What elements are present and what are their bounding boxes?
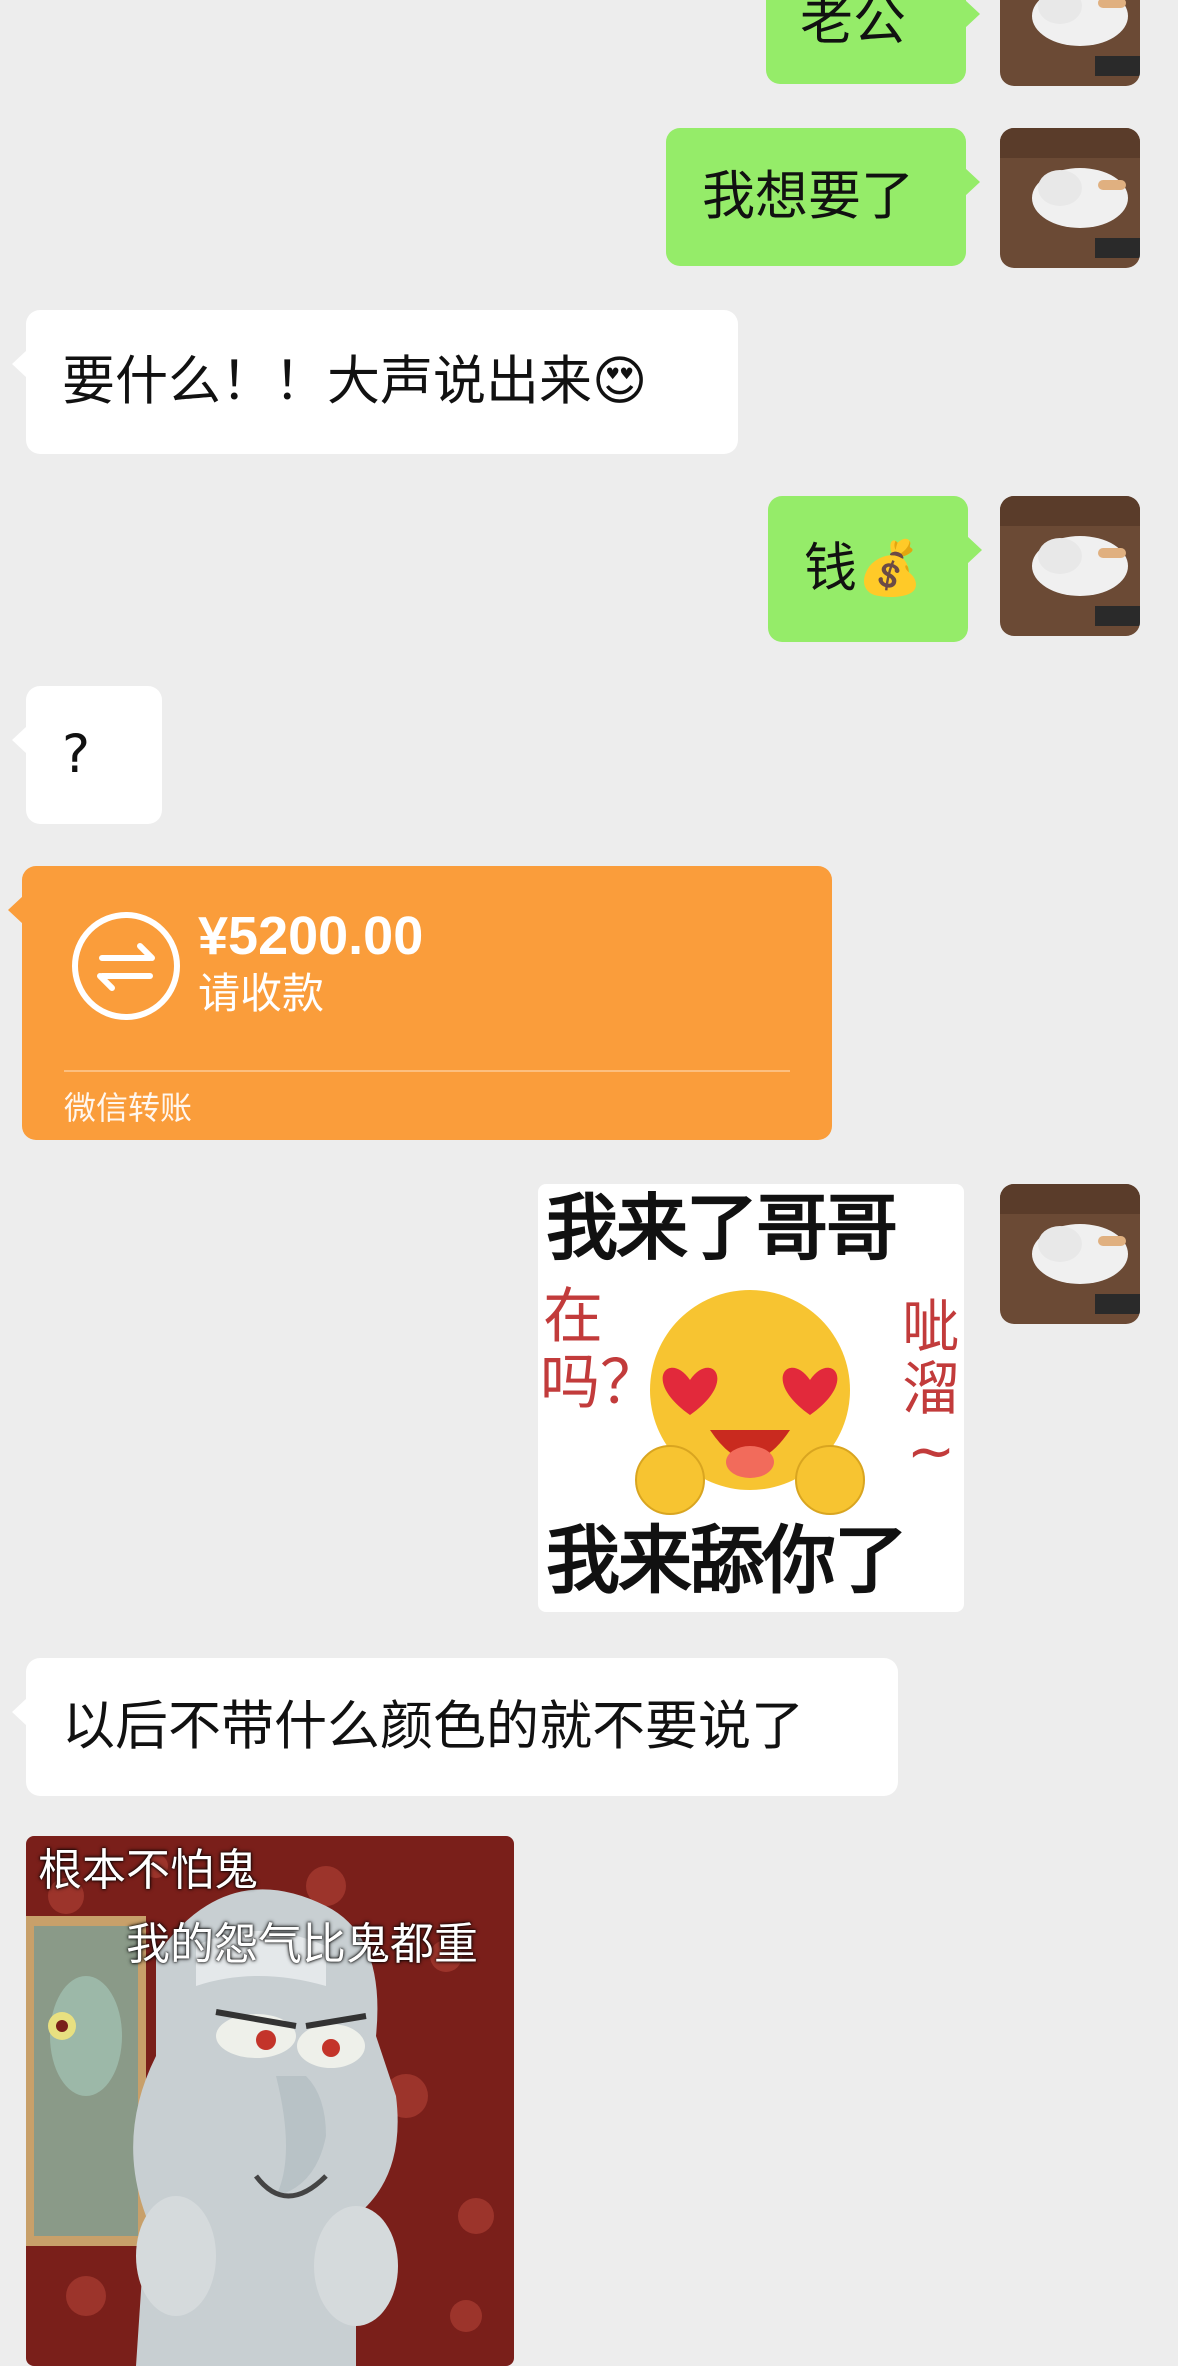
message-text: ? <box>62 724 91 785</box>
sticker-bottom-text: 我来舔你了 <box>546 1518 908 1604</box>
meme-caption-second: 我的怨气比鬼都重 <box>126 1919 478 1970</box>
message-text: 钱💰 <box>804 538 923 599</box>
message-text: 以后不带什么颜色的就不要说了 <box>62 1696 804 1757</box>
message-text: 老公 <box>800 0 906 52</box>
heart-eyes-face-icon <box>635 1290 865 1515</box>
avatar[interactable] <box>1000 128 1140 268</box>
message-bubble-outgoing[interactable]: 钱💰 <box>768 496 982 642</box>
message-bubble-incoming[interactable]: ? <box>12 686 162 824</box>
message-bubble-outgoing[interactable]: 老公 <box>766 0 980 84</box>
sticker-right-text: 呲溜~ <box>901 1293 960 1485</box>
avatar[interactable] <box>1000 496 1140 636</box>
meme-caption-top: 根本不怕鬼 <box>38 1845 258 1896</box>
meme-image[interactable]: 根本不怕鬼 我的怨气比鬼都重 <box>26 1836 514 2366</box>
transfer-source-label: 微信转账 <box>64 1089 193 1127</box>
sticker-top-text: 我来了哥哥 <box>546 1186 898 1270</box>
message-bubble-outgoing[interactable]: 我想要了 <box>666 128 980 266</box>
avatar[interactable] <box>1000 0 1140 86</box>
transfer-status: 请收款 <box>198 969 325 1018</box>
divider <box>64 1070 790 1072</box>
avatar[interactable] <box>1000 1184 1140 1324</box>
message-text: 要什么！！大声说出来😍 <box>62 351 648 412</box>
transfer-arrows-icon <box>72 912 180 1020</box>
message-bubble-incoming[interactable]: 要什么！！大声说出来😍 <box>12 310 738 454</box>
transfer-amount: ¥5200.00 <box>198 906 424 966</box>
sticker-image[interactable]: 我来了哥哥 在吗？ 呲溜~ 我来舔你了 <box>538 1184 964 1612</box>
message-text: 我想要了 <box>702 166 914 227</box>
sticker-left-text: 在吗？ <box>540 1282 660 1418</box>
transfer-card[interactable]: ¥5200.00 请收款 微信转账 <box>8 866 832 1140</box>
message-bubble-incoming[interactable]: 以后不带什么颜色的就不要说了 <box>12 1658 898 1796</box>
